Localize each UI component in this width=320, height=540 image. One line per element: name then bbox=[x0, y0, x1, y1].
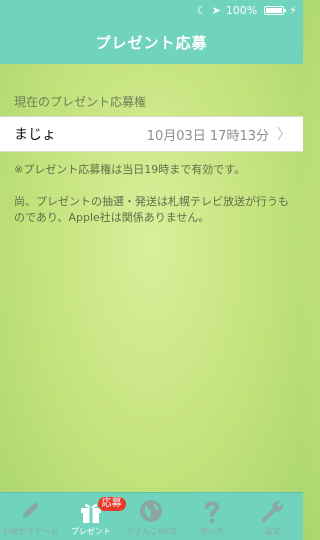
tab-label: お絵かきゲーム bbox=[2, 527, 59, 536]
section-label: 現在のプレゼント応募権 bbox=[14, 95, 147, 109]
entry-row[interactable]: まじょ 10月03日 17時13分 〉 bbox=[0, 116, 303, 152]
tab-how-to-use[interactable]: 使い方 bbox=[182, 493, 243, 540]
validity-note: ※プレゼント応募権は当日19時まで有効です。 bbox=[14, 163, 246, 176]
tab-label: どさんこWEB bbox=[126, 527, 177, 536]
question-icon bbox=[205, 501, 220, 524]
tab-drawing-game[interactable]: お絵かきゲーム bbox=[0, 493, 61, 540]
pencil-icon bbox=[22, 502, 40, 519]
chevron-right-icon: 〉 bbox=[277, 127, 291, 143]
tab-bar: お絵かきゲーム 応募 プレゼント どさんこWEB 使い方 設定 bbox=[0, 492, 303, 540]
location-arrow-icon: ➤ bbox=[211, 3, 221, 17]
navigation-bar: プレゼント応募 bbox=[0, 20, 303, 64]
globe-icon bbox=[140, 500, 163, 522]
tab-label: 設定 bbox=[264, 527, 281, 536]
bolt-icon: ⚡ bbox=[289, 3, 297, 17]
page-title: プレゼント応募 bbox=[95, 33, 208, 52]
wrench-icon bbox=[261, 500, 283, 522]
tab-present[interactable]: 応募 プレゼント bbox=[61, 493, 126, 540]
tab-settings[interactable]: 設定 bbox=[242, 493, 303, 540]
status-bar: ☾ ➤ 100% ⚡ bbox=[0, 0, 303, 20]
tab-label: プレゼント bbox=[70, 527, 111, 536]
moon-icon: ☾ bbox=[196, 3, 207, 17]
tab-dosanko-web[interactable]: どさんこWEB bbox=[121, 493, 182, 540]
battery-percent: 100% bbox=[225, 3, 258, 17]
battery-icon bbox=[264, 5, 287, 15]
disclaimer-note: 尚、プレゼントの抽選・発送は札幌テレビ放送が行うものであり、Apple社は関係あ… bbox=[14, 195, 289, 224]
entry-timestamp: 10月03日 17時13分 bbox=[146, 128, 269, 144]
tab-label: 使い方 bbox=[200, 527, 225, 536]
entry-title: まじょ bbox=[14, 127, 56, 143]
